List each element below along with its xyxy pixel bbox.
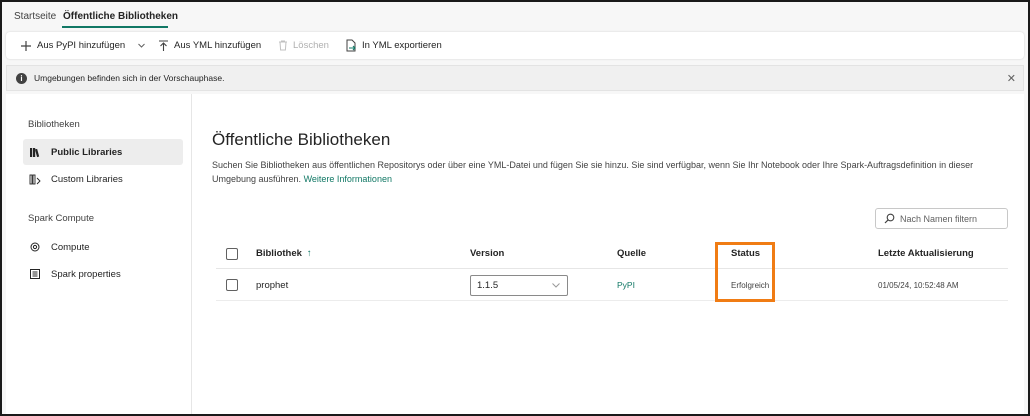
table-row: prophet 1.1.5 PyPI Erfolgreich 01/05/24,… xyxy=(216,270,1008,301)
gear-icon xyxy=(29,241,41,253)
banner-text: Umgebungen befinden sich in der Vorschau… xyxy=(34,73,225,83)
sidebar-item-label: Custom Libraries xyxy=(51,173,123,185)
version-value: 1.1.5 xyxy=(477,279,499,291)
upload-icon xyxy=(159,39,168,51)
add-from-yml-button[interactable]: Aus YML hinzufügen xyxy=(158,32,261,59)
preview-banner: i Umgebungen befinden sich in der Vorsch… xyxy=(6,65,1024,91)
last-updated-value: 01/05/24, 10:52:48 AM xyxy=(878,280,959,290)
page-title: Öffentliche Bibliotheken xyxy=(212,130,391,149)
sidebar-item-label: Compute xyxy=(51,241,90,253)
export-icon xyxy=(346,39,356,52)
select-all-checkbox[interactable] xyxy=(226,247,238,260)
status-value: Erfolgreich xyxy=(731,280,770,290)
tab-bar: Startseite Öffentliche Bibliotheken xyxy=(2,2,1028,30)
tab-startseite[interactable]: Startseite xyxy=(14,11,56,22)
column-library-label: Bibliothek xyxy=(256,248,302,259)
add-from-pypi-dropdown[interactable] xyxy=(137,32,151,59)
sidebar-section-spark-compute: Spark Compute xyxy=(28,213,95,224)
search-icon xyxy=(884,213,895,224)
close-icon[interactable]: ✕ xyxy=(1007,72,1016,85)
source-value: PyPI xyxy=(617,280,635,290)
export-yml-label: In YML exportieren xyxy=(362,40,442,51)
column-version: Version xyxy=(470,248,505,259)
sidebar-item-compute[interactable]: Compute xyxy=(23,234,183,260)
delete-label: Löschen xyxy=(293,40,329,51)
sidebar-item-label: Public Libraries xyxy=(51,146,123,158)
delete-button[interactable]: Löschen xyxy=(278,32,329,59)
add-from-pypi-label: Aus PyPI hinzufügen xyxy=(37,40,126,51)
sidebar-item-spark-properties[interactable]: Spark properties xyxy=(23,261,183,287)
toolbar: Aus PyPI hinzufügen Aus YML hinzufügen L… xyxy=(6,32,1024,59)
active-tab-indicator xyxy=(62,26,168,28)
properties-icon xyxy=(29,268,41,280)
sidebar-section-libraries: Bibliotheken xyxy=(28,119,80,130)
page-description: Suchen Sie Bibliotheken aus öffentlichen… xyxy=(212,158,1007,186)
main-area: Öffentliche Bibliotheken Suchen Sie Bibl… xyxy=(212,94,1012,414)
add-from-pypi-button[interactable]: Aus PyPI hinzufügen xyxy=(20,32,125,59)
content-panel: Bibliotheken Public Libraries Custom Lib… xyxy=(6,94,1024,414)
filter-input[interactable]: Nach Namen filtern xyxy=(875,208,1008,229)
filter-placeholder: Nach Namen filtern xyxy=(900,213,978,224)
sidebar-item-label: Spark properties xyxy=(51,268,121,280)
row-checkbox[interactable] xyxy=(226,279,238,291)
more-info-link[interactable]: Weitere Informationen xyxy=(304,174,392,184)
add-from-yml-label: Aus YML hinzufügen xyxy=(174,40,262,51)
version-select[interactable]: 1.1.5 xyxy=(470,274,568,296)
plus-icon xyxy=(21,40,31,51)
app-window: Startseite Öffentliche Bibliotheken Aus … xyxy=(0,0,1030,416)
custom-books-icon xyxy=(29,173,41,185)
export-yml-button[interactable]: In YML exportieren xyxy=(345,32,442,59)
sidebar: Bibliotheken Public Libraries Custom Lib… xyxy=(6,94,192,414)
column-last-updated: Letzte Aktualisierung xyxy=(878,248,974,259)
sidebar-item-public-libraries[interactable]: Public Libraries xyxy=(23,139,183,165)
sort-ascending-icon: ↑ xyxy=(306,248,312,259)
column-library[interactable]: Bibliothek ↑ xyxy=(256,239,312,268)
chevron-down-icon xyxy=(138,43,145,48)
column-status: Status xyxy=(731,248,761,259)
tab-public-libraries[interactable]: Öffentliche Bibliotheken xyxy=(63,11,178,22)
info-icon: i xyxy=(16,72,27,84)
books-icon xyxy=(29,146,41,158)
table-header: Bibliothek ↑ Version Quelle Status Letzt… xyxy=(216,239,1008,269)
sidebar-item-custom-libraries[interactable]: Custom Libraries xyxy=(23,166,183,192)
trash-icon xyxy=(279,40,287,51)
library-name: prophet xyxy=(256,279,289,291)
column-source: Quelle xyxy=(617,248,647,259)
chevron-down-icon xyxy=(552,282,560,288)
